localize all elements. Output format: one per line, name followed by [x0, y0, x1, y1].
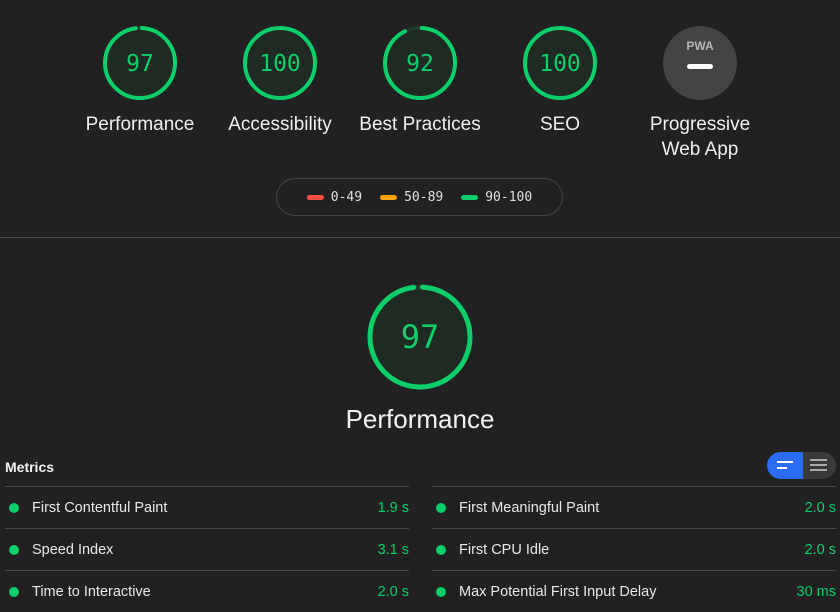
metric-name: Max Potential First Input Delay	[459, 584, 657, 600]
gauge-accessibility[interactable]: 100 Accessibility	[210, 24, 350, 137]
metric-value: 2.0 s	[804, 542, 836, 558]
score-legend: 0-49 50-89 90-100	[276, 178, 563, 216]
metric-value: 2.0 s	[804, 500, 836, 516]
performance-title: Performance	[345, 404, 495, 434]
legend-swatch-orange	[380, 194, 398, 200]
metric-row: Speed Index 3.1 s	[5, 528, 409, 570]
metric-name: First CPU Idle	[459, 542, 550, 558]
gauge-label: Performance	[85, 114, 195, 135]
performance-gauge: 97	[367, 284, 473, 390]
legend-range: 90-100	[485, 189, 533, 205]
metric-name: Speed Index	[32, 542, 114, 558]
gauge-score: 92	[406, 51, 434, 77]
legend-swatch-red	[306, 194, 324, 200]
legend-swatch-green	[461, 194, 479, 200]
gauge-ring: 100	[523, 25, 597, 100]
gauge-pwa[interactable]: PWA Progressive Web App	[630, 24, 770, 162]
metric-value: 3.1 s	[377, 542, 409, 558]
legend-item-pass: 90-100	[461, 190, 532, 205]
gauge-performance[interactable]: 97 Performance	[70, 24, 210, 137]
metric-name: First Contentful Paint	[32, 500, 168, 516]
metric-row: First Meaningful Paint 2.0 s	[432, 486, 836, 528]
gauge-seo[interactable]: 100 SEO	[490, 24, 630, 137]
metric-row: First Contentful Paint 1.9 s	[5, 486, 409, 528]
summary-view-icon	[777, 461, 793, 471]
pass-dot-icon	[9, 587, 19, 597]
pwa-badge-text: PWA	[686, 39, 714, 53]
gauge-label: Progressive Web App	[630, 112, 770, 162]
pass-dot-icon	[436, 545, 446, 555]
gauge-ring: 97	[103, 25, 177, 100]
pwa-dash-icon	[687, 64, 713, 69]
metric-row: First CPU Idle 2.0 s	[432, 528, 836, 570]
gauge-score: 100	[259, 51, 301, 77]
gauge-score: 97	[126, 51, 154, 77]
section-divider	[0, 237, 840, 238]
gauge-ring: 92	[383, 25, 457, 100]
gauge-score: 100	[539, 51, 581, 77]
legend-range: 0-49	[330, 189, 363, 205]
pass-dot-icon	[9, 503, 19, 513]
gauge-label: SEO	[539, 114, 581, 135]
gauge-label-line2: Web App	[661, 139, 739, 160]
category-gauges: 97 Performance 100 Accessibility 92 Best…	[0, 0, 840, 160]
detailed-view-button[interactable]	[803, 452, 836, 479]
metrics-right-column: First Meaningful Paint 2.0 s First CPU I…	[432, 486, 836, 612]
pwa-badge-icon: PWA	[663, 26, 737, 100]
detailed-view-icon	[810, 459, 827, 473]
metric-value: 30 ms	[796, 584, 837, 600]
gauge-label: Best Practices	[359, 114, 481, 135]
metrics-left-column: First Contentful Paint 1.9 s Speed Index…	[5, 486, 409, 612]
gauge-label-line1: Progressive	[649, 114, 751, 135]
metric-name: Time to Interactive	[32, 584, 151, 600]
legend-item-fail: 0-49	[306, 189, 363, 205]
legend-range: 50-89	[404, 189, 444, 205]
gauge-ring: 100	[243, 25, 317, 100]
metric-value: 1.9 s	[377, 500, 409, 516]
pass-dot-icon	[436, 503, 446, 513]
metrics-view-toggle[interactable]	[767, 452, 836, 479]
pass-dot-icon	[9, 545, 19, 555]
summary-view-button[interactable]	[767, 452, 803, 479]
gauge-best-practices[interactable]: 92 Best Practices	[350, 24, 490, 137]
metric-name: First Meaningful Paint	[459, 500, 600, 516]
performance-score: 97	[401, 318, 440, 356]
pass-dot-icon	[436, 587, 446, 597]
legend-item-average: 50-89	[380, 190, 443, 205]
gauge-label: Accessibility	[228, 114, 332, 135]
metrics-heading: Metrics	[5, 459, 55, 475]
metric-value: 2.0 s	[377, 584, 409, 600]
